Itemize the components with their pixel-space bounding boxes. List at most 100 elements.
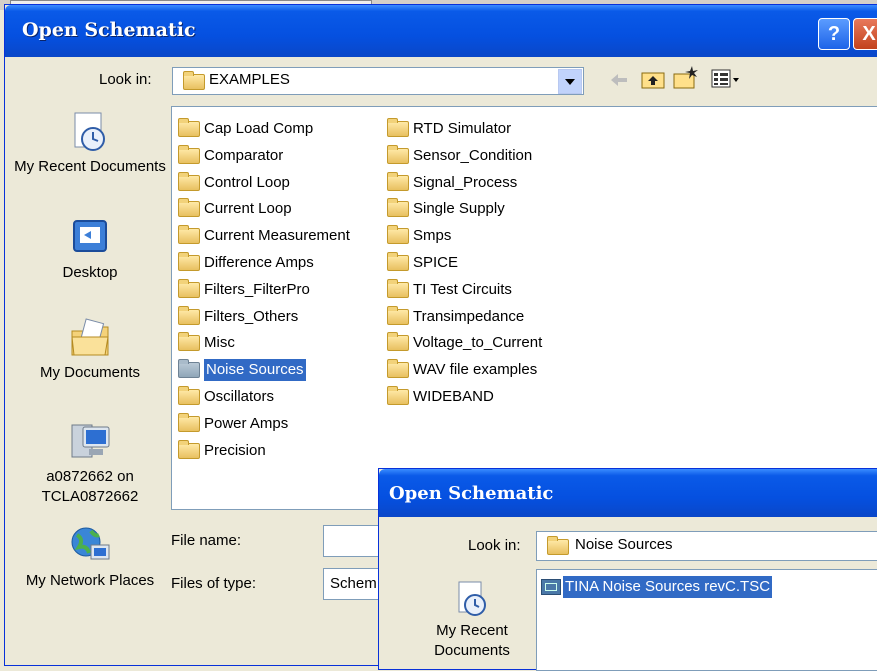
network-places-icon <box>69 525 111 567</box>
look-in-combo[interactable]: EXAMPLES <box>172 67 584 95</box>
file-name-label: File name: <box>171 532 242 549</box>
list-item[interactable]: Control Loop <box>178 171 290 194</box>
list-item[interactable]: TI Test Circuits <box>387 278 512 301</box>
list-item[interactable]: TINA Noise Sources revC.TSC <box>541 576 773 599</box>
folder-icon <box>178 171 200 191</box>
folder-icon <box>387 332 409 352</box>
list-item[interactable]: Signal_Process <box>387 171 518 194</box>
list-item[interactable]: Smps <box>387 225 451 247</box>
list-item[interactable]: Current Loop <box>178 198 292 220</box>
folder-icon <box>547 536 569 555</box>
recent-documents-icon <box>454 581 490 617</box>
list-item[interactable]: Precision <box>178 439 266 462</box>
place-label: My Recent <box>436 622 508 639</box>
folder-name: WAV file examples <box>413 361 538 379</box>
close-button[interactable]: X <box>853 18 877 50</box>
folder-icon <box>387 386 409 406</box>
schematic-file-icon <box>541 579 561 596</box>
list-item[interactable]: Filters_FilterPro <box>178 278 310 301</box>
list-item[interactable]: Difference Amps <box>178 252 314 274</box>
list-item[interactable]: Noise Sources <box>178 359 306 382</box>
folder-name: Power Amps <box>204 414 289 432</box>
folder-icon <box>178 118 200 138</box>
folder-icon <box>387 118 409 138</box>
list-item[interactable]: Filters_Others <box>178 305 299 328</box>
file-name: TINA Noise Sources revC.TSC <box>563 576 773 599</box>
folder-name: Misc <box>204 334 235 352</box>
list-item[interactable]: WIDEBAND <box>387 386 494 408</box>
place-desktop[interactable]: Desktop <box>5 217 175 283</box>
list-item[interactable]: Single Supply <box>387 198 505 220</box>
list-item[interactable]: Power Amps <box>178 412 289 435</box>
folder-icon <box>387 252 409 272</box>
chevron-down-icon[interactable] <box>558 69 582 94</box>
list-item[interactable]: Voltage_to_Current <box>387 332 542 354</box>
place-recent-documents-2[interactable]: My Recent Documents <box>417 581 527 661</box>
place-label: Desktop <box>62 264 118 281</box>
folder-name: Current Measurement <box>204 227 350 245</box>
dialog-title: Open Schematic <box>22 19 196 41</box>
list-item[interactable]: Oscillators <box>178 386 274 408</box>
folder-icon <box>387 278 409 298</box>
folder-icon <box>183 71 205 90</box>
place-recent-documents[interactable]: My Recent Documents <box>5 111 175 177</box>
folder-name: Filters_FilterPro <box>204 280 310 298</box>
folder-name: Oscillators <box>204 388 275 406</box>
list-item[interactable]: Current Measurement <box>178 225 350 247</box>
open-schematic-dialog-2: Open Schematic Look in: Noise Sources My… <box>378 468 877 671</box>
list-item[interactable]: Comparator <box>178 144 283 167</box>
title-bar: Open Schematic ? X <box>5 5 877 57</box>
my-documents-icon <box>69 317 111 359</box>
folder-icon <box>387 198 409 218</box>
folder-name: Signal_Process <box>413 173 518 191</box>
list-item[interactable]: RTD Simulator <box>387 118 511 140</box>
list-item[interactable]: Transimpedance <box>387 305 524 328</box>
folder-name: Control Loop <box>204 173 290 191</box>
list-item[interactable]: SPICE <box>387 252 458 274</box>
back-arrow-icon[interactable] <box>609 71 629 89</box>
file-list-2[interactable]: TINA Noise Sources revC.TSC <box>536 569 877 671</box>
folder-name: TI Test Circuits <box>413 280 512 298</box>
help-button[interactable]: ? <box>818 18 850 50</box>
folder-name: WIDEBAND <box>413 388 494 406</box>
place-network[interactable]: My Network Places <box>5 525 175 591</box>
places-bar: My Recent Documents Desktop My Documents… <box>5 105 167 625</box>
folder-icon <box>387 171 409 191</box>
folder-icon <box>178 225 200 245</box>
folder-icon <box>178 305 200 325</box>
folder-name: Cap Load Comp <box>204 120 314 138</box>
view-menu-icon[interactable] <box>711 68 741 90</box>
look-in-combo-2[interactable]: Noise Sources <box>536 531 877 561</box>
list-item[interactable]: Misc <box>178 332 235 354</box>
place-label: Documents <box>434 642 510 659</box>
folder-name: Single Supply <box>413 200 505 218</box>
new-folder-icon[interactable] <box>673 65 699 91</box>
file-list[interactable]: Cap Load Comp Comparator Control Loop Curre… <box>171 106 877 510</box>
place-my-computer[interactable]: a0872662 on TCLA0872662 <box>5 421 175 507</box>
list-item[interactable]: Cap Load Comp <box>178 118 313 140</box>
place-label: a0872662 on TCLA0872662 <box>41 468 139 505</box>
desktop-icon <box>69 217 111 259</box>
folder-icon <box>178 252 200 272</box>
list-item[interactable]: WAV file examples <box>387 359 537 381</box>
folder-icon <box>387 359 409 379</box>
folder-icon <box>387 144 409 164</box>
folder-icon <box>178 144 200 164</box>
folder-name: Smps <box>413 227 452 245</box>
folder-name: Precision <box>204 441 266 459</box>
files-of-type-label: Files of type: <box>171 575 257 592</box>
up-folder-icon[interactable] <box>641 68 665 90</box>
look-in-value: EXAMPLES <box>209 71 290 88</box>
my-computer-icon <box>69 421 111 463</box>
folder-name: Voltage_to_Current <box>413 334 543 352</box>
folder-name: SPICE <box>413 254 459 272</box>
folder-name: Sensor_Condition <box>413 146 533 164</box>
place-my-documents[interactable]: My Documents <box>5 317 175 383</box>
folder-icon <box>178 198 200 218</box>
files-of-type-value: Schem <box>330 575 377 592</box>
list-item[interactable]: Sensor_Condition <box>387 144 533 167</box>
place-label: My Documents <box>39 364 141 381</box>
folder-icon <box>178 386 200 406</box>
folder-name: Filters_Others <box>204 307 299 325</box>
folder-icon <box>178 278 200 298</box>
